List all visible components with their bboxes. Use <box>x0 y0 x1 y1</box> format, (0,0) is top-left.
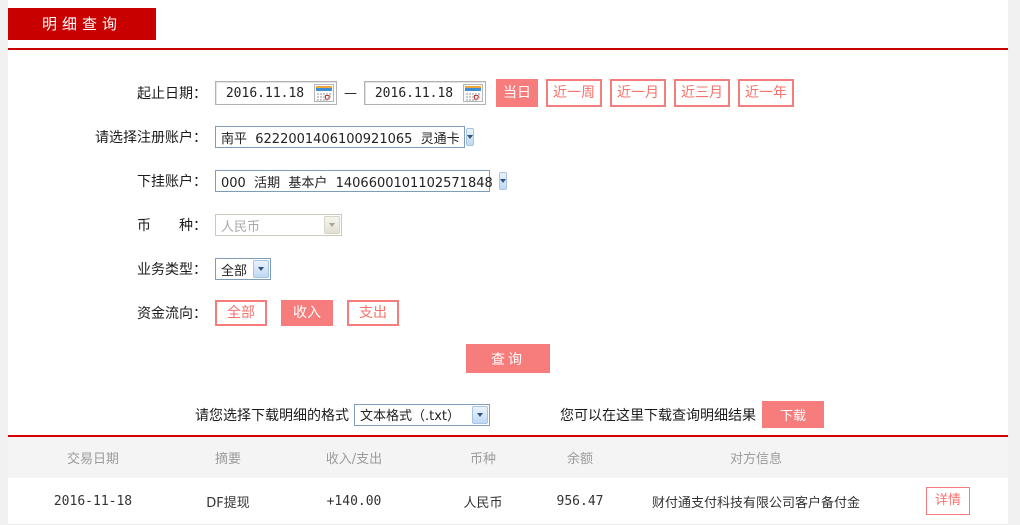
calendar-icon[interactable] <box>314 84 334 102</box>
download-format-value: 文本格式（.txt） <box>355 405 471 424</box>
table-row: 2016-11-18 DF提现 +140.00 人民币 956.47 财付通支付… <box>8 478 1008 525</box>
download-hint: 您可以在这里下载查询明细结果 <box>560 405 756 425</box>
cell-amount: +140.00 <box>278 494 430 509</box>
currency-value: 人民币 <box>216 216 323 235</box>
quick-range-month-button[interactable]: 近一月 <box>610 79 666 107</box>
currency-label: 币 种： <box>8 215 207 235</box>
currency-row: 币 种： 人民币 <box>8 203 1008 247</box>
header-trade-date: 交易日期 <box>8 448 178 467</box>
date-from-value: 2016.11.18 <box>216 86 314 101</box>
quick-range-today-button[interactable]: 当日 <box>496 79 538 107</box>
sub-account-row: 下挂账户： 000 活期 基本户 1406600101102571848 <box>8 159 1008 203</box>
business-type-row: 业务类型： 全部 <box>8 247 1008 291</box>
date-range-row: 起止日期： 2016.11.18 <box>8 71 1008 115</box>
header-summary: 摘要 <box>178 448 278 467</box>
download-button[interactable]: 下载 <box>762 401 824 428</box>
chevron-down-icon[interactable] <box>466 128 474 146</box>
sub-account-select[interactable]: 000 活期 基本户 1406600101102571848 <box>215 170 490 192</box>
sub-account-label: 下挂账户： <box>8 171 207 191</box>
currency-select: 人民币 <box>215 214 342 236</box>
tab-bar: 明细查询 <box>8 8 1008 48</box>
download-format-select[interactable]: 文本格式（.txt） <box>354 404 490 426</box>
tab-underline <box>8 48 1008 50</box>
header-currency: 币种 <box>430 448 536 467</box>
download-format-label: 请您选择下载明细的格式 <box>195 405 349 425</box>
query-button[interactable]: 查询 <box>466 344 550 373</box>
result-table: 交易日期 摘要 收入/支出 币种 余额 对方信息 2016-11-18 DF提现… <box>8 435 1008 525</box>
register-account-row: 请选择注册账户： 南平 6222001406100921065 灵通卡 <box>8 115 1008 159</box>
cell-balance: 956.47 <box>536 494 624 509</box>
fund-flow-row: 资金流向： 全部 收入 支出 <box>8 291 1008 335</box>
header-balance: 余额 <box>536 448 624 467</box>
date-separator: — <box>344 86 357 101</box>
header-income-expense: 收入/支出 <box>278 448 430 467</box>
cell-summary: DF提现 <box>178 492 278 511</box>
table-header-row: 交易日期 摘要 收入/支出 币种 余额 对方信息 <box>8 437 1008 478</box>
download-row: 请您选择下载明细的格式 文本格式（.txt） 您可以在这里下载查询明细结果 下载 <box>8 401 1008 428</box>
date-to-value: 2016.11.18 <box>365 86 463 101</box>
content-panel: 明细查询 起止日期： 2016.11.18 <box>8 0 1008 525</box>
sub-account-value: 000 活期 基本户 1406600101102571848 <box>216 172 498 191</box>
chevron-down-icon[interactable] <box>253 260 269 278</box>
business-type-select[interactable]: 全部 <box>215 258 271 280</box>
quick-range-quarter-button[interactable]: 近三月 <box>674 79 730 107</box>
date-to-input[interactable]: 2016.11.18 <box>364 81 486 105</box>
chevron-down-icon <box>324 216 340 234</box>
fund-flow-income-button[interactable]: 收入 <box>281 300 333 326</box>
cell-trade-date: 2016-11-18 <box>8 494 178 509</box>
quick-range-week-button[interactable]: 近一周 <box>546 79 602 107</box>
cell-counterparty: 财付通支付科技有限公司客户备付金 <box>624 492 888 511</box>
calendar-icon[interactable] <box>463 84 483 102</box>
cell-currency: 人民币 <box>430 492 536 511</box>
chevron-down-icon[interactable] <box>472 406 488 424</box>
business-type-label: 业务类型： <box>8 259 207 279</box>
date-from-input[interactable]: 2016.11.18 <box>215 81 337 105</box>
fund-flow-expense-button[interactable]: 支出 <box>347 300 399 326</box>
header-counterparty: 对方信息 <box>624 448 888 467</box>
register-account-label: 请选择注册账户： <box>8 127 207 147</box>
quick-range-year-button[interactable]: 近一年 <box>738 79 794 107</box>
fund-flow-label: 资金流向： <box>8 303 207 323</box>
register-account-select[interactable]: 南平 6222001406100921065 灵通卡 <box>215 126 465 148</box>
chevron-down-icon[interactable] <box>499 172 507 190</box>
date-range-label: 起止日期： <box>8 83 207 103</box>
tab-detail-query[interactable]: 明细查询 <box>8 8 156 40</box>
register-account-value: 南平 6222001406100921065 灵通卡 <box>216 128 465 147</box>
business-type-value: 全部 <box>216 260 252 279</box>
detail-button[interactable]: 详情 <box>926 487 970 515</box>
fund-flow-all-button[interactable]: 全部 <box>215 300 267 326</box>
